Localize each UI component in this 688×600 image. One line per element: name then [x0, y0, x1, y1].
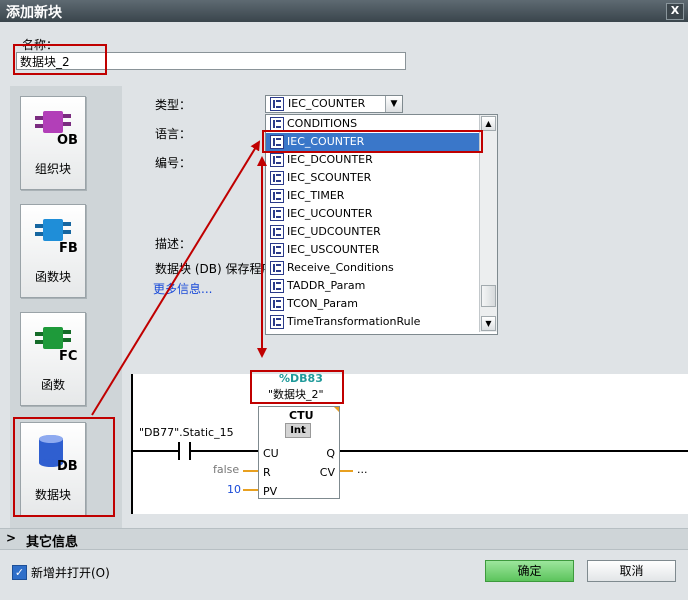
add-open-label: 新增并打开(O): [31, 566, 110, 580]
ok-button[interactable]: 确定: [485, 560, 574, 582]
expand-arrow-icon[interactable]: >: [6, 531, 16, 545]
annotation-arrows: [91, 140, 267, 416]
add-open-checkbox[interactable]: ✓: [12, 565, 27, 580]
cancel-button[interactable]: 取消: [587, 560, 676, 582]
additional-info-label: 其它信息: [26, 535, 79, 550]
additional-info-bar[interactable]: > 其它信息: [0, 528, 688, 550]
